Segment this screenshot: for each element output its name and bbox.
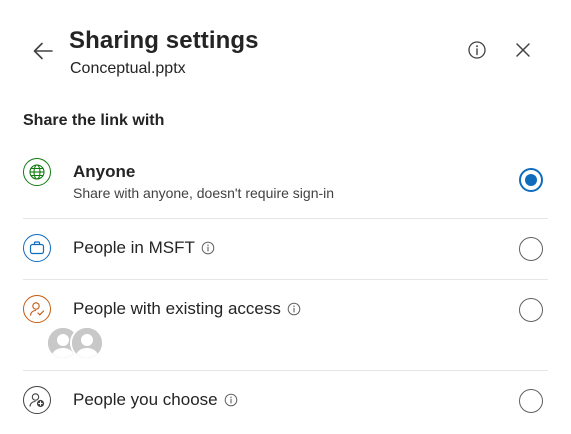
info-icon (468, 41, 486, 59)
section-label: Share the link with (23, 112, 165, 129)
arrow-left-icon (33, 42, 53, 60)
radio-people-you-choose[interactable] (519, 389, 543, 413)
file-name: Conceptual.pptx (70, 60, 186, 77)
radio-anyone[interactable] (519, 168, 543, 192)
avatar (70, 326, 104, 360)
page-title: Sharing settings (69, 27, 259, 54)
option-label-text: People with existing access (73, 299, 281, 318)
option-label: People you choose (73, 390, 238, 410)
globe-icon (23, 158, 51, 186)
info-icon[interactable] (287, 302, 301, 316)
info-icon[interactable] (201, 241, 215, 255)
divider (23, 370, 548, 371)
back-button[interactable] (28, 36, 58, 66)
option-label: People with existing access (73, 299, 301, 319)
option-label-text: People you choose (73, 390, 218, 409)
divider (23, 218, 548, 219)
info-button[interactable] (464, 37, 490, 63)
info-icon[interactable] (224, 393, 238, 407)
person-add-icon (23, 386, 51, 414)
option-label: Anyone (73, 162, 135, 182)
option-label: People in MSFT (73, 238, 215, 258)
radio-people-with-existing-access[interactable] (519, 298, 543, 322)
option-people-you-choose[interactable]: People you choose (23, 386, 548, 416)
option-label-text: People in MSFT (73, 238, 195, 257)
divider (23, 279, 548, 280)
person-check-icon (23, 295, 51, 323)
close-button[interactable] (510, 37, 536, 63)
radio-people-in-msft[interactable] (519, 237, 543, 261)
avatar-group (46, 326, 106, 360)
option-people-in-msft[interactable]: People in MSFT (23, 234, 548, 264)
sharing-settings-panel: Sharing settings Conceptual.pptx Share t… (0, 0, 571, 434)
option-anyone[interactable]: Anyone Share with anyone, doesn't requir… (23, 158, 548, 208)
close-icon (516, 43, 530, 57)
option-label-text: Anyone (73, 162, 136, 181)
option-description: Share with anyone, doesn't require sign-… (73, 185, 335, 201)
briefcase-icon (23, 234, 51, 262)
